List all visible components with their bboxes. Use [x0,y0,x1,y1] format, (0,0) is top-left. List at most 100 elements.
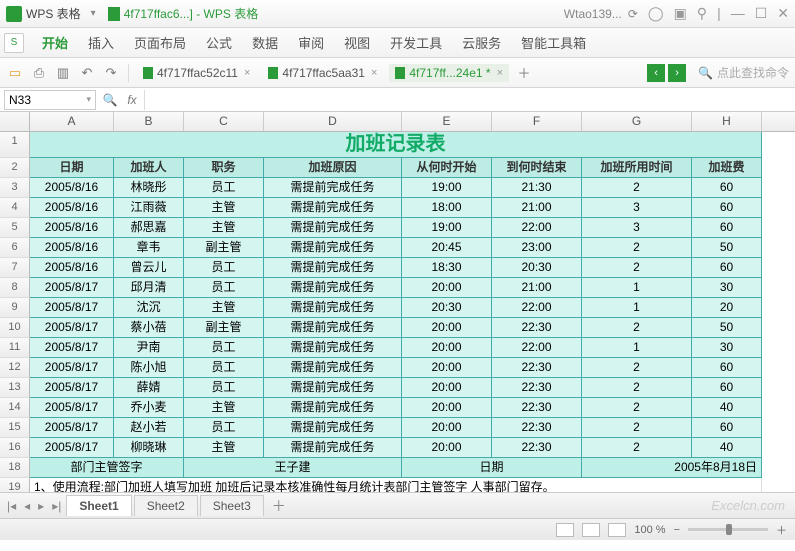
cell[interactable]: 2 [582,358,692,378]
cell[interactable]: 郝思嘉 [114,218,184,238]
add-sheet-icon[interactable]: ＋ [266,496,292,516]
row-header[interactable]: 14 [0,398,30,418]
close-icon[interactable]: × [244,67,250,79]
row-header[interactable]: 6 [0,238,30,258]
cell[interactable]: 50 [692,318,762,338]
cell[interactable]: 副主管 [184,238,264,258]
cell[interactable]: 3 [582,198,692,218]
select-all-corner[interactable] [0,112,30,131]
shield-icon[interactable]: ▣ [674,5,687,22]
cell[interactable]: 2 [582,178,692,198]
cell[interactable]: 60 [692,418,762,438]
command-search[interactable]: 🔍 点此查找命令 [698,64,789,81]
cell[interactable]: 19:00 [402,218,492,238]
cell[interactable]: 2005/8/17 [30,378,114,398]
row-header[interactable]: 12 [0,358,30,378]
cell[interactable]: 需提前完成任务 [264,238,402,258]
cell[interactable]: 主管 [184,218,264,238]
cell[interactable]: 2005/8/17 [30,298,114,318]
cell[interactable]: 江雨薇 [114,198,184,218]
doc-tab-3[interactable]: 4f717ff...24e1 *× [389,64,509,82]
cell[interactable]: 员工 [184,358,264,378]
preview-icon[interactable]: ▥ [54,64,72,82]
cell[interactable]: 需提前完成任务 [264,298,402,318]
cell[interactable]: 22:00 [492,298,582,318]
doc-tab-2[interactable]: 4f717ffac5aa31× [262,64,383,82]
redo-icon[interactable]: ↷ [102,64,120,82]
cell[interactable]: 60 [692,378,762,398]
col-header-H[interactable]: H [692,112,762,131]
minimize-icon[interactable]: — [731,5,745,22]
col-header-D[interactable]: D [264,112,402,131]
cell[interactable]: 需提前完成任务 [264,398,402,418]
cell[interactable]: 陈小旭 [114,358,184,378]
tab-start[interactable]: 开始 [32,27,78,58]
col-header-G[interactable]: G [582,112,692,131]
cell[interactable]: 2005/8/17 [30,278,114,298]
cell[interactable]: 员工 [184,278,264,298]
cell[interactable]: 30 [692,338,762,358]
cell[interactable]: 18:00 [402,198,492,218]
cell[interactable]: 加班人 [114,158,184,178]
cell[interactable]: 50 [692,238,762,258]
col-header-A[interactable]: A [30,112,114,131]
row-header[interactable]: 9 [0,298,30,318]
zoom-value[interactable]: 100 % [634,524,665,536]
cell[interactable]: 22:30 [492,398,582,418]
cell[interactable]: 主管 [184,198,264,218]
cell[interactable]: 20:00 [402,378,492,398]
row-header[interactable]: 18 [0,458,30,478]
maximize-icon[interactable]: ☐ [755,5,768,22]
cell[interactable]: 2005/8/17 [30,438,114,458]
cell[interactable]: 20:00 [402,358,492,378]
cell[interactable]: 40 [692,438,762,458]
cell[interactable]: 60 [692,358,762,378]
fx-label[interactable]: fx [120,93,144,107]
cell[interactable]: 日期 [402,458,582,478]
cell[interactable]: 2005/8/16 [30,258,114,278]
cell[interactable]: 3 [582,218,692,238]
cell[interactable]: 职务 [184,158,264,178]
cell[interactable]: 邱月清 [114,278,184,298]
cell[interactable]: 到何时结束 [492,158,582,178]
cell[interactable]: 加班费 [692,158,762,178]
cell[interactable]: 2005/8/17 [30,398,114,418]
row-header[interactable]: 4 [0,198,30,218]
tab-cloud[interactable]: 云服务 [452,27,511,58]
close-icon[interactable]: × [497,67,503,79]
last-sheet-icon[interactable]: ▸| [49,499,64,513]
cell[interactable]: 20:00 [402,278,492,298]
cell[interactable]: 需提前完成任务 [264,198,402,218]
grid[interactable]: 1 加班记录表 2 日期 加班人 职务 加班原因 从何时开始 到何时结束 加班所… [0,132,795,492]
row-header[interactable]: 7 [0,258,30,278]
sheet-tab-3[interactable]: Sheet3 [200,495,264,516]
cell[interactable]: 22:30 [492,318,582,338]
cell[interactable]: 员工 [184,178,264,198]
cell[interactable]: 2 [582,418,692,438]
cell[interactable]: 2 [582,398,692,418]
break-view-button[interactable] [608,523,626,537]
cell[interactable]: 30 [692,278,762,298]
cell[interactable]: 需提前完成任务 [264,178,402,198]
cell[interactable]: 2005/8/17 [30,338,114,358]
cell[interactable]: 主管 [184,438,264,458]
sheet-tab-1[interactable]: Sheet1 [66,495,131,516]
cell[interactable]: 20:00 [402,398,492,418]
zoom-in-icon[interactable]: ＋ [776,522,787,538]
cell[interactable]: 日期 [30,158,114,178]
cell[interactable]: 2005/8/16 [30,198,114,218]
row-header[interactable]: 10 [0,318,30,338]
cell[interactable]: 20:00 [402,418,492,438]
cell[interactable]: 加班原因 [264,158,402,178]
cell[interactable]: 薛婧 [114,378,184,398]
scroll-left-button[interactable]: ‹ [647,64,665,82]
cell[interactable]: 柳晓琳 [114,438,184,458]
cell[interactable]: 需提前完成任务 [264,278,402,298]
cell[interactable]: 从何时开始 [402,158,492,178]
formula-input[interactable] [144,90,795,110]
scroll-right-button[interactable]: › [668,64,686,82]
cell[interactable]: 2 [582,438,692,458]
cell[interactable]: 赵小若 [114,418,184,438]
tab-data[interactable]: 数据 [242,27,288,58]
doc-tab-1[interactable]: 4f717ffac52c11× [137,64,256,82]
